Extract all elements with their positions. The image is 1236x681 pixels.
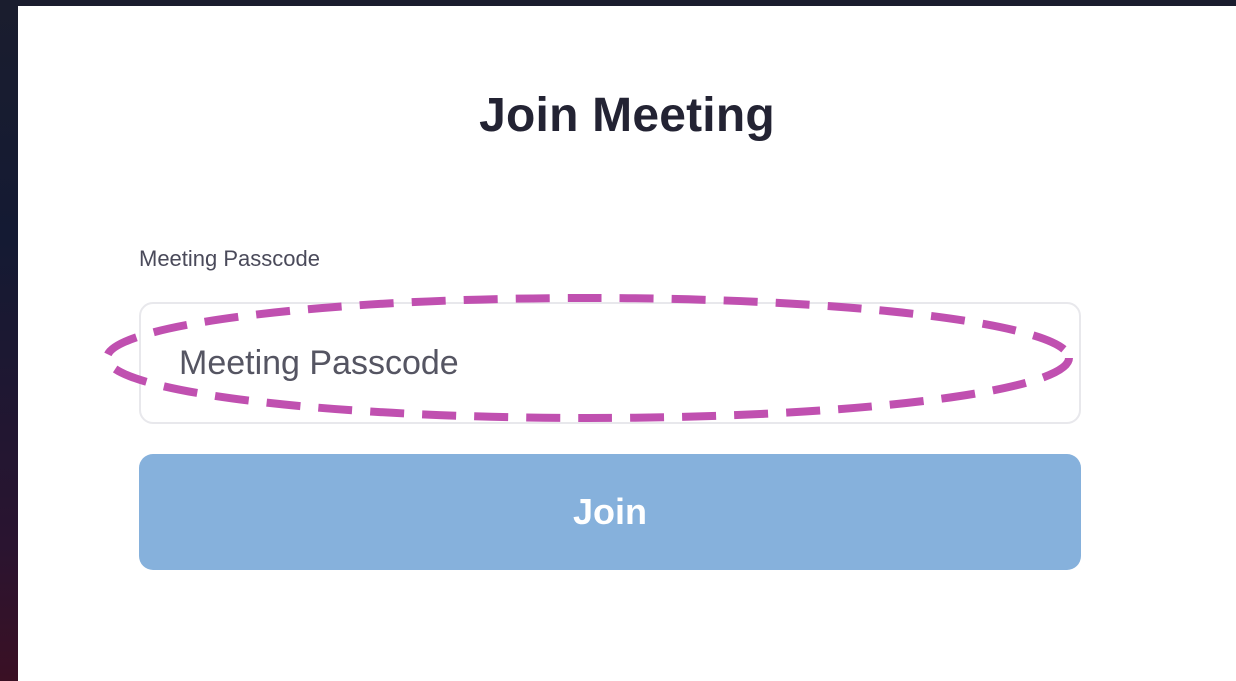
join-meeting-dialog: Join Meeting Meeting Passcode Join	[18, 6, 1236, 681]
passcode-field-label: Meeting Passcode	[139, 246, 320, 271]
app-window: Join Meeting Meeting Passcode Join	[0, 0, 1236, 681]
page-title: Join Meeting	[479, 89, 775, 142]
passcode-input-wrapper	[139, 302, 1081, 424]
passcode-input[interactable]	[141, 304, 1079, 422]
join-button[interactable]: Join	[139, 454, 1081, 570]
